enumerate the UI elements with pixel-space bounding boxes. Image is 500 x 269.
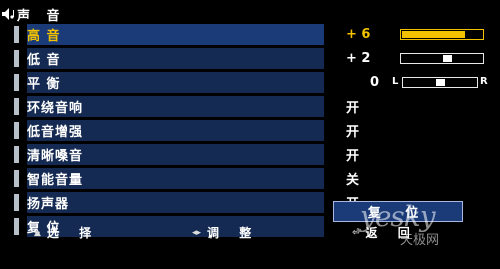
- menu-item-label: 清晰嗓音: [27, 149, 84, 164]
- smart-volume-value-row[interactable]: 关: [330, 168, 500, 189]
- surround-value-row[interactable]: 开: [330, 96, 500, 117]
- row-marker: [14, 50, 19, 67]
- menu-item-label: 智能音量: [27, 173, 84, 188]
- row-marker: [14, 170, 19, 187]
- treble-value-row[interactable]: + 6: [330, 24, 500, 45]
- sound-menu-list: 高 音 低 音 平 衡 环绕音响 低音增强 清晰嗓音 智能音量 扬声器 复 位: [14, 24, 324, 240]
- menu-item-label: 平 衡: [27, 77, 61, 92]
- slider-knob[interactable]: [456, 31, 465, 38]
- select-hint-label: 选 择: [46, 226, 100, 240]
- adjust-hint: ◂▸ 调 整: [192, 224, 259, 241]
- return-icon: ⏎: [352, 227, 360, 238]
- clear-voice-value-row[interactable]: 开: [330, 144, 500, 165]
- balance-right-label: R: [480, 76, 488, 87]
- slider-knob[interactable]: [443, 55, 452, 62]
- treble-value: + 6: [346, 27, 371, 42]
- up-down-icon: ▲: [34, 227, 41, 238]
- menu-item-smart-volume[interactable]: 智能音量: [14, 168, 324, 189]
- bass-value-row[interactable]: + 2: [330, 48, 500, 69]
- menu-item-bass-boost[interactable]: 低音增强: [14, 120, 324, 141]
- row-marker: [14, 146, 19, 163]
- balance-value-row[interactable]: 0 L R: [330, 72, 500, 93]
- select-hint: ▲ 选 择: [34, 224, 99, 241]
- menu-title-bar: 声 音: [2, 4, 66, 24]
- row-marker: [14, 98, 19, 115]
- left-right-icon: ◂▸: [192, 227, 202, 238]
- clear-voice-value: 开: [346, 149, 360, 164]
- bass-boost-value: 开: [346, 125, 360, 140]
- row-marker: [14, 74, 19, 91]
- row-marker: [14, 122, 19, 139]
- menu-item-clear-voice[interactable]: 清晰嗓音: [14, 144, 324, 165]
- page-title: 声 音: [17, 8, 66, 24]
- menu-item-treble[interactable]: 高 音: [14, 24, 324, 45]
- balance-value: 0: [370, 75, 380, 90]
- values-column: + 6 + 2 0 L R 开 开 开 关 开: [330, 24, 500, 216]
- menu-item-label: 低 音: [27, 53, 61, 68]
- menu-item-balance[interactable]: 平 衡: [14, 72, 324, 93]
- bass-boost-value-row[interactable]: 开: [330, 120, 500, 141]
- smart-volume-value: 关: [346, 173, 360, 188]
- speaker-note-icon: [2, 8, 14, 20]
- menu-item-label: 环绕音响: [27, 101, 84, 116]
- bass-value: + 2: [346, 51, 371, 66]
- treble-slider[interactable]: [400, 29, 484, 40]
- surround-value: 开: [346, 101, 360, 116]
- adjust-hint-label: 调 整: [207, 226, 260, 240]
- back-hint: ⏎ 返 回: [352, 224, 418, 241]
- menu-item-bass[interactable]: 低 音: [14, 48, 324, 69]
- back-hint-label: 返 回: [365, 226, 418, 240]
- bass-slider[interactable]: [400, 53, 484, 64]
- menu-item-label: 低音增强: [27, 125, 84, 140]
- slider-knob[interactable]: [436, 79, 445, 86]
- row-marker: [14, 194, 19, 211]
- row-marker: [14, 26, 19, 43]
- balance-slider[interactable]: [402, 77, 478, 88]
- balance-left-label: L: [392, 76, 399, 87]
- menu-item-label: 扬声器: [27, 197, 70, 212]
- slider-fill: [402, 31, 462, 38]
- menu-item-label: 高 音: [27, 29, 61, 44]
- menu-item-speaker[interactable]: 扬声器: [14, 192, 324, 213]
- menu-item-surround[interactable]: 环绕音响: [14, 96, 324, 117]
- footer-hints: ▲ 选 择 ◂▸ 调 整 ⏎ 返 回: [0, 224, 500, 242]
